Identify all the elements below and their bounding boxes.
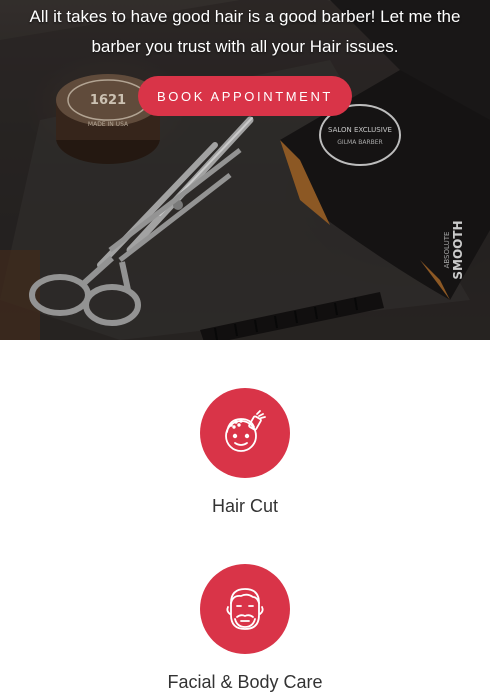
service-label: Hair Cut bbox=[211, 496, 278, 516]
service-hair-cut[interactable]: Hair Cut bbox=[0, 388, 490, 517]
service-facial-body-care[interactable]: Facial & Body Care bbox=[0, 564, 490, 693]
bearded-face-icon bbox=[226, 588, 264, 630]
haircut-icon bbox=[225, 410, 266, 452]
service-label: Facial & Body Care bbox=[167, 672, 323, 692]
hero-section: 1621 MADE IN USA SALON EXCLUSIVE GILMA B… bbox=[0, 0, 490, 340]
service-icon-circle bbox=[200, 564, 290, 654]
hero-tagline-line2: barber you trust with all your Hair issu… bbox=[91, 37, 399, 56]
service-icon-circle bbox=[200, 388, 290, 478]
hero-tagline: All it takes to have good hair is a good… bbox=[0, 2, 490, 62]
book-appointment-button[interactable]: BOOK APPOINTMENT bbox=[138, 76, 352, 116]
services-section: Hair Cut Facial & Body Care bbox=[0, 340, 490, 700]
hero-tagline-line1: All it takes to have good hair is a good… bbox=[29, 7, 461, 26]
